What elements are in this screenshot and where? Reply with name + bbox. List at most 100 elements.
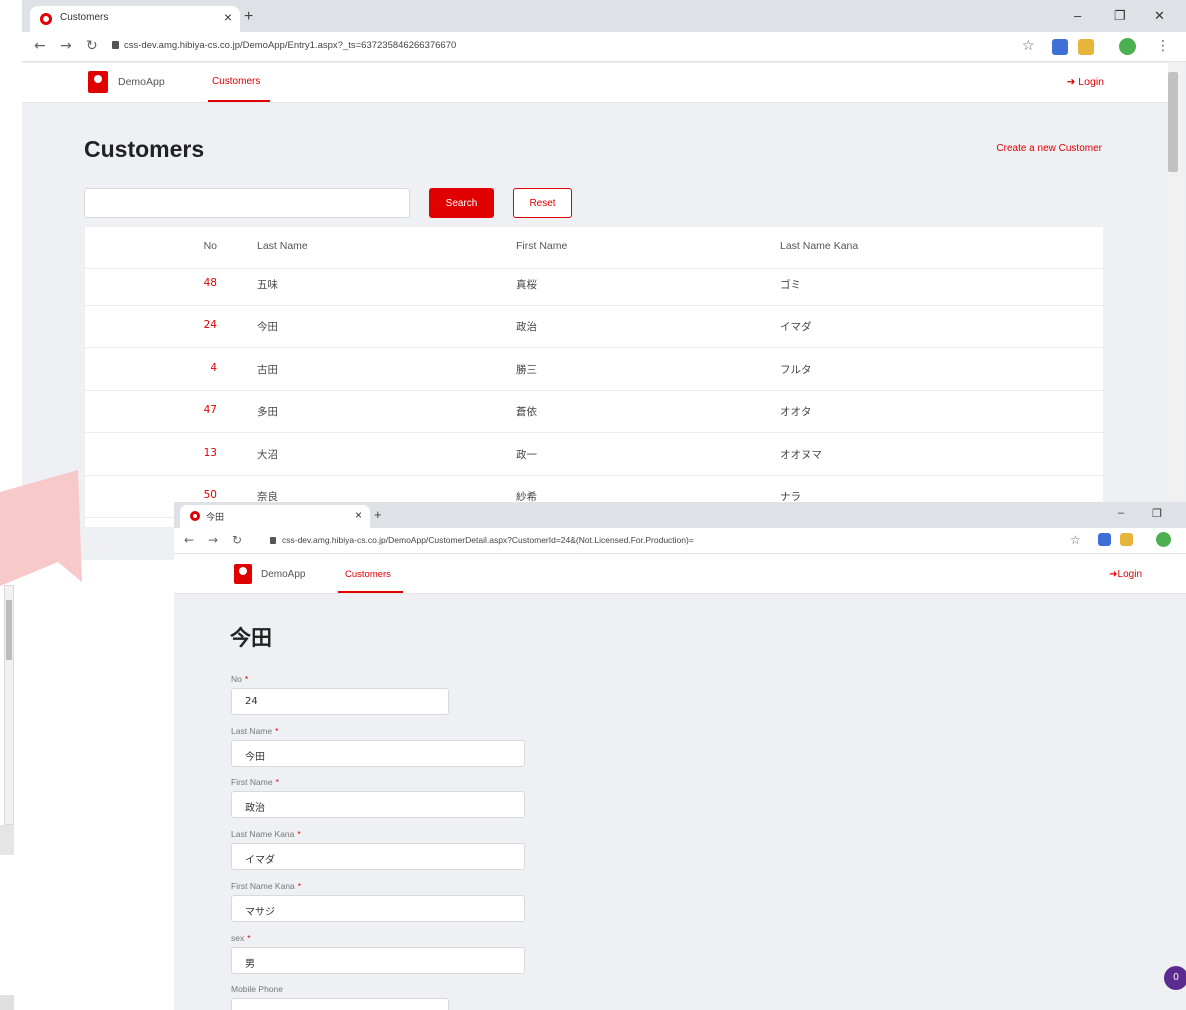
minimize-icon[interactable]: –	[1118, 507, 1124, 519]
cell-last-name-kana: オオタ	[780, 406, 812, 418]
last-name-kana-field[interactable]: イマダ	[231, 843, 525, 870]
login-link[interactable]: ➜Login	[1109, 569, 1142, 580]
cell-no[interactable]: 13	[177, 447, 217, 459]
cell-no[interactable]: 48	[177, 277, 217, 289]
column-header-last-name[interactable]: Last Name	[257, 240, 308, 252]
field-label-first-name: First Name *	[231, 777, 279, 787]
restore-icon[interactable]: ❐	[1114, 8, 1126, 24]
address-bar: ← → ↻ css-dev.amg.hibiya-cs.co.jp/DemoAp…	[174, 528, 1186, 554]
search-input[interactable]	[84, 188, 410, 218]
no-field[interactable]: 24	[231, 688, 449, 715]
close-window-icon[interactable]: ✕	[1154, 8, 1165, 24]
new-tab-icon[interactable]: +	[244, 8, 253, 26]
tab-title: 今田	[206, 513, 225, 523]
column-header-no[interactable]: No	[177, 240, 217, 252]
table-row[interactable]: 13 大沼 政一 オオヌマ	[85, 434, 1103, 476]
extension-color-icon[interactable]	[1078, 39, 1094, 55]
field-label-first-name-kana: First Name Kana *	[231, 881, 301, 891]
minimize-icon[interactable]: –	[1074, 8, 1081, 23]
login-label: Login	[1117, 569, 1142, 580]
extension-color-icon[interactable]	[1120, 533, 1133, 546]
extension-icon[interactable]	[1098, 533, 1111, 546]
first-name-field[interactable]: 政治	[231, 791, 525, 818]
back-icon[interactable]: ←	[34, 38, 46, 54]
lock-icon	[112, 41, 119, 49]
forward-icon[interactable]: →	[208, 533, 218, 547]
new-tab-icon[interactable]: +	[374, 507, 382, 522]
extension-icon[interactable]	[1052, 39, 1068, 55]
cell-no[interactable]: 24	[177, 319, 217, 331]
url-text[interactable]: css-dev.amg.hibiya-cs.co.jp/DemoApp/Cust…	[282, 535, 694, 545]
notification-badge[interactable]: 0	[1164, 966, 1186, 990]
field-label-mobile-phone: Mobile Phone	[231, 984, 283, 994]
brand-logo-icon[interactable]	[88, 71, 108, 93]
forward-icon[interactable]: →	[60, 38, 72, 54]
field-label-last-name-kana: Last Name Kana *	[231, 829, 301, 839]
field-label-text: Last Name	[231, 726, 273, 736]
cell-last-name-kana: オオヌマ	[780, 449, 822, 461]
cell-last-name-kana: イマダ	[780, 321, 812, 333]
required-mark: *	[297, 881, 302, 891]
tab-close-icon[interactable]: ×	[355, 508, 362, 522]
tab-strip: Customers × + – ❐ ✕	[22, 0, 1186, 32]
table-row[interactable]: 47 多田 蒼依 オオタ	[85, 391, 1103, 433]
cell-last-name: 大沼	[257, 449, 278, 461]
field-label-last-name: Last Name *	[231, 726, 278, 736]
bookmark-star-icon[interactable]: ☆	[1022, 38, 1035, 54]
brand-logo-icon[interactable]	[234, 564, 252, 584]
page-scrollbar-thumb[interactable]	[1168, 72, 1178, 172]
app-favicon-icon	[190, 511, 200, 521]
brand-name[interactable]: DemoApp	[261, 569, 305, 580]
table-header: No Last Name First Name Last Name Kana	[85, 227, 1103, 269]
brand-name[interactable]: DemoApp	[118, 76, 165, 88]
profile-avatar[interactable]	[1156, 532, 1171, 547]
tab-close-icon[interactable]: ×	[224, 9, 232, 25]
table-row[interactable]: 4 古田 勝三 フルタ	[85, 349, 1103, 391]
field-label-sex: sex *	[231, 933, 251, 943]
cell-last-name-kana: ゴミ	[780, 279, 801, 291]
app-navbar: DemoApp Customers ➜Login	[174, 554, 1186, 594]
last-name-field[interactable]: 今田	[231, 740, 525, 767]
menu-kebab-icon[interactable]: ⋮	[1156, 38, 1170, 54]
cell-last-name: 古田	[257, 364, 278, 376]
page-title: Customers	[84, 136, 205, 162]
cell-no[interactable]: 50	[177, 489, 217, 501]
restore-icon[interactable]: ❐	[1152, 507, 1162, 520]
field-label-text: First Name	[231, 777, 273, 787]
cell-last-name: 今田	[257, 321, 278, 333]
nav-active-indicator	[208, 100, 270, 102]
back-icon[interactable]: ←	[184, 533, 194, 547]
browser-tab-customers[interactable]: Customers ×	[30, 6, 240, 32]
customer-detail-title: 今田	[230, 626, 272, 650]
bookmark-star-icon[interactable]: ☆	[1070, 533, 1081, 547]
search-button[interactable]: Search	[429, 188, 494, 218]
first-name-kana-field[interactable]: マサジ	[231, 895, 525, 922]
annotation-arrow-shape	[0, 470, 82, 586]
app-navbar: DemoApp Customers ➜ Login	[22, 63, 1168, 103]
cell-no[interactable]: 4	[177, 362, 217, 374]
url-text[interactable]: css-dev.amg.hibiya-cs.co.jp/DemoApp/Entr…	[124, 40, 456, 51]
annotation-arrow	[0, 470, 82, 586]
field-label-text: Last Name Kana	[231, 829, 295, 839]
profile-avatar[interactable]	[1119, 38, 1136, 55]
nav-customers-link[interactable]: Customers	[212, 76, 260, 87]
cell-first-name: 勝三	[516, 364, 537, 376]
column-header-first-name[interactable]: First Name	[516, 240, 567, 252]
column-header-last-name-kana[interactable]: Last Name Kana	[780, 240, 858, 252]
nav-customers-link[interactable]: Customers	[345, 569, 391, 580]
reset-button[interactable]: Reset	[513, 188, 572, 218]
browser-window-customers: Customers × + – ❐ ✕ ← → ↻ css-dev.amg.hi…	[22, 0, 1186, 560]
table-row[interactable]: 24 今田 政治 イマダ	[85, 306, 1103, 348]
sex-field[interactable]: 男	[231, 947, 525, 974]
cell-no[interactable]: 47	[177, 404, 217, 416]
cell-first-name: 政一	[516, 449, 537, 461]
reload-icon[interactable]: ↻	[232, 533, 242, 547]
reload-icon[interactable]: ↻	[86, 38, 98, 54]
browser-tab-detail[interactable]: 今田 ×	[180, 505, 370, 528]
table-row[interactable]: 48 五味 真桜 ゴミ	[85, 264, 1103, 306]
mobile-phone-field[interactable]	[231, 998, 449, 1010]
create-customer-link[interactable]: Create a new Customer	[996, 143, 1102, 154]
tab-title: Customers	[60, 12, 109, 23]
lock-icon	[270, 537, 276, 544]
login-link[interactable]: ➜ Login	[1067, 76, 1104, 88]
